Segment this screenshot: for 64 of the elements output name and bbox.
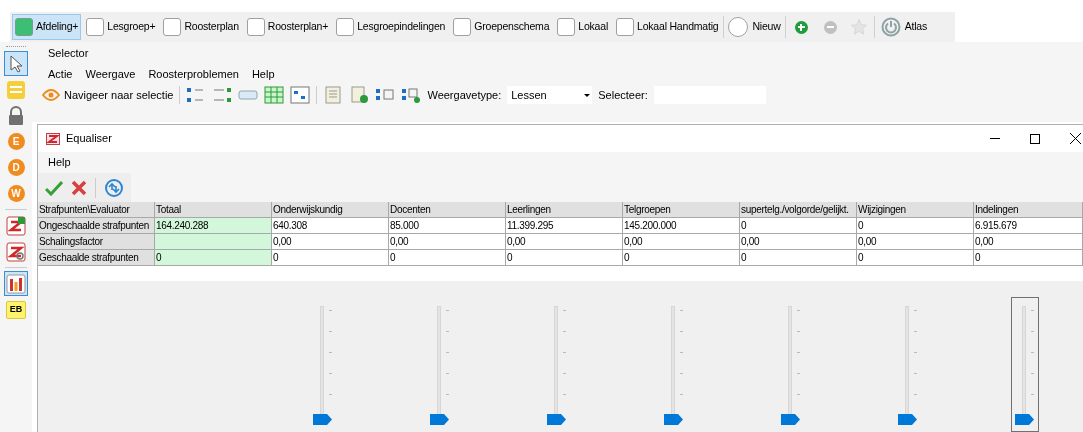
table-cell: 0 bbox=[857, 250, 974, 266]
toolbar-toggle[interactable]: Lokaal Handmatig bbox=[613, 14, 722, 40]
row-header: Geschaalde strafpunten bbox=[38, 250, 155, 266]
table-cell: 164.240.288 bbox=[155, 218, 272, 234]
column-header: Indelingen bbox=[974, 202, 1083, 218]
toolbar-toggle[interactable]: Roosterplan+ bbox=[243, 14, 332, 40]
table-cell: 0,00 bbox=[389, 234, 506, 250]
toggle-label: Lesgroepindelingen bbox=[357, 19, 446, 35]
column-header: Docenten bbox=[389, 202, 506, 218]
table-cell: 0 bbox=[506, 250, 623, 266]
column-header: Wijzigingen bbox=[857, 202, 974, 218]
toolbar-toggle[interactable]: Afdeling+ bbox=[12, 14, 82, 40]
menu-item[interactable]: Actie bbox=[48, 65, 73, 83]
atlas-button[interactable]: Atlas bbox=[876, 17, 931, 37]
table-cell: 0 bbox=[623, 250, 740, 266]
window-title: Equaliser bbox=[66, 131, 112, 147]
toolbar-radio[interactable]: Nieuw bbox=[726, 14, 783, 40]
table-cell: 6.915.679 bbox=[974, 218, 1083, 234]
table-cell: 0 bbox=[740, 218, 857, 234]
toolbar-toggle[interactable]: Lokaal bbox=[554, 14, 612, 40]
table-cell: 11.399.295 bbox=[506, 218, 623, 234]
toggle-label: Lesgroep+ bbox=[107, 19, 156, 35]
panel-title: Selector bbox=[48, 45, 89, 61]
toggle-label: Groepenschema bbox=[474, 19, 550, 35]
navigate-button[interactable]: Navigeer naar selectie bbox=[42, 86, 174, 104]
table-cell: 0 bbox=[272, 250, 389, 266]
table-cell: 0 bbox=[155, 250, 272, 266]
column-header: Onderwijskundig bbox=[272, 202, 389, 218]
table-cell: 85.000 bbox=[389, 218, 506, 234]
toggle-label: Roosterplan+ bbox=[267, 19, 329, 35]
view-type-label: Weergavetype: bbox=[427, 87, 502, 103]
select-label: Selecteer: bbox=[598, 87, 648, 103]
menu-item[interactable]: Roosterproblemen bbox=[148, 65, 239, 83]
view-type-dropdown[interactable]: Lessen bbox=[507, 86, 593, 104]
table-cell: 0,00 bbox=[740, 234, 857, 250]
table-cell: 0 bbox=[740, 250, 857, 266]
row-header: Schalingsfactor bbox=[38, 234, 155, 250]
table-cell: 640.308 bbox=[272, 218, 389, 234]
toggle-label: Lokaal Handmatig bbox=[637, 19, 719, 35]
column-header: Leerlingen bbox=[506, 202, 623, 218]
table-cell: 0,00 bbox=[272, 234, 389, 250]
menu-item[interactable]: Help bbox=[251, 65, 275, 83]
table-cell: 0 bbox=[857, 218, 974, 234]
table-cell: 0 bbox=[389, 250, 506, 266]
menu-item[interactable]: Help bbox=[48, 154, 71, 171]
toolbar-toggle[interactable]: Lesgroepindelingen bbox=[333, 14, 449, 40]
toggle-label: Roosterplan bbox=[184, 19, 239, 35]
toolbar-toggle[interactable]: Groepenschema bbox=[450, 14, 553, 40]
table-cell: 0 bbox=[974, 250, 1083, 266]
toolbar-toggle[interactable]: Roosterplan bbox=[160, 14, 242, 40]
toolbar-toggle[interactable]: Lesgroep+ bbox=[83, 14, 159, 40]
toggle-label: Afdeling+ bbox=[36, 19, 79, 35]
row-header: Ongeschaalde strafpunten bbox=[38, 218, 155, 234]
table-cell: 0,00 bbox=[623, 234, 740, 250]
menu-item[interactable]: Weergave bbox=[85, 65, 136, 83]
column-header: Telgroepen bbox=[623, 202, 740, 218]
table-cell: 145.200.000 bbox=[623, 218, 740, 234]
table-cell: 0,00 bbox=[857, 234, 974, 250]
table-cell: 0,00 bbox=[974, 234, 1083, 250]
table-cell: 0,00 bbox=[506, 234, 623, 250]
column-header: Totaal bbox=[155, 202, 272, 218]
column-header: supertelg./volgorde/gelijkt. bbox=[740, 202, 857, 218]
column-header: Strafpunten\Evaluator bbox=[38, 202, 155, 218]
toggle-label: Lokaal bbox=[578, 19, 609, 35]
